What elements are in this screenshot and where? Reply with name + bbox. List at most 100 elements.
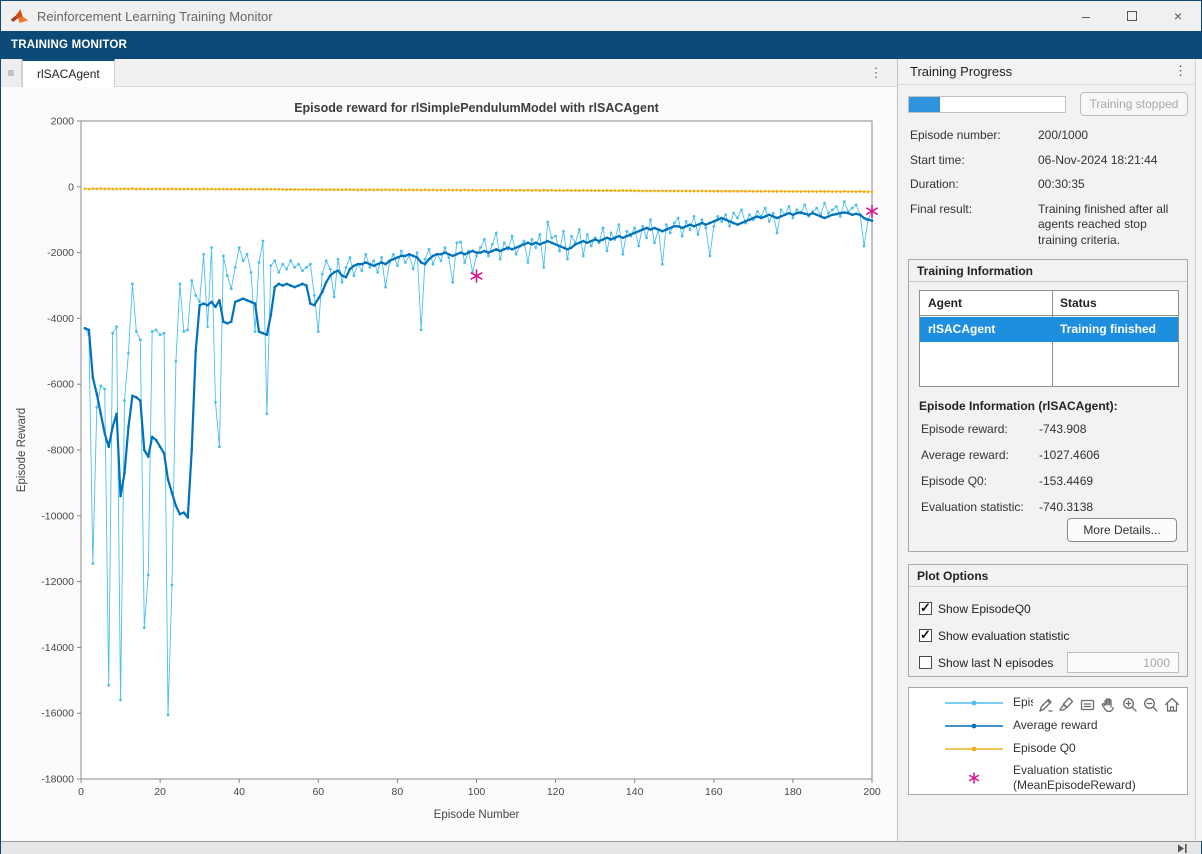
agent-status-table: Agent Status rlSACAgent Training finishe… xyxy=(919,290,1179,387)
checkbox-label: Show EpisodeQ0 xyxy=(938,602,1031,616)
table-cell-status: Training finished xyxy=(1060,322,1156,336)
last-n-episodes-input[interactable] xyxy=(1067,652,1179,673)
svg-text:120: 120 xyxy=(547,786,565,798)
table-cell-agent: rlSACAgent xyxy=(928,322,995,336)
checkbox[interactable] xyxy=(919,629,932,642)
progress-info-list: Episode number:200/1000Start time:06-Nov… xyxy=(910,128,1188,258)
x-axis-label: Episode Number xyxy=(434,809,520,821)
tab-list-menu-icon[interactable]: ≡ xyxy=(1,59,22,87)
scroll-right-icon[interactable] xyxy=(1177,843,1188,854)
plot-panel: ≡ rlSACAgent ⋮ 0 20 40 60 80 100 120 140 160 180 2… xyxy=(1,59,898,841)
info-value: 00:30:35 xyxy=(1038,177,1085,193)
episode-info-row: Average reward:-1027.4606 xyxy=(921,448,1181,462)
info-value: 200/1000 xyxy=(1038,128,1088,144)
info-value: Training finished after all agents reach… xyxy=(1038,202,1188,249)
svg-text:2000: 2000 xyxy=(51,116,75,128)
svg-text:100: 100 xyxy=(468,786,486,798)
more-details-button[interactable]: More Details... xyxy=(1067,518,1177,542)
pan-icon[interactable] xyxy=(1098,694,1119,714)
legend-item[interactable]: Average reward xyxy=(943,717,1187,734)
legend-swatch-icon xyxy=(943,742,1005,756)
group-title: Plot Options xyxy=(909,565,1187,587)
svg-text:0: 0 xyxy=(78,786,84,798)
svg-text:80: 80 xyxy=(392,786,404,798)
info-value: 06-Nov-2024 18:21:44 xyxy=(1038,153,1157,169)
svg-text:160: 160 xyxy=(705,786,723,798)
info-value: -743.908 xyxy=(1039,422,1086,436)
window-title: Reinforcement Learning Training Monitor xyxy=(37,9,273,24)
minimize-button[interactable]: – xyxy=(1063,1,1109,31)
legend-swatch-icon xyxy=(943,719,1005,733)
ribbon-bar: TRAINING MONITOR xyxy=(1,31,1201,59)
svg-text:180: 180 xyxy=(784,786,802,798)
panel-menu-icon[interactable]: ⋮ xyxy=(1174,63,1187,79)
legend-label: Episode Q0 xyxy=(1013,741,1076,756)
plot-option-row: Show last N episodes xyxy=(919,649,1179,676)
tab-rlsacagent[interactable]: rlSACAgent xyxy=(22,59,115,87)
info-value: -1027.4606 xyxy=(1039,448,1100,462)
y-axis-label: Episode Reward xyxy=(16,408,28,492)
training-progress-panel: Training Progress ⋮ Training stopped Epi… xyxy=(898,59,1195,841)
svg-text:20: 20 xyxy=(154,786,166,798)
svg-text:60: 60 xyxy=(312,786,324,798)
plot-options-list: Show EpisodeQ0Show evaluation statisticS… xyxy=(919,595,1179,676)
svg-text:-16000: -16000 xyxy=(41,708,74,720)
training-stopped-button[interactable]: Training stopped xyxy=(1080,92,1188,116)
figure-area: 02040608010012014016018020020000-2000-40… xyxy=(1,88,897,841)
legend-swatch-icon xyxy=(943,771,1005,785)
table-header-row: Agent Status xyxy=(920,291,1178,316)
info-label: Final result: xyxy=(910,202,1038,249)
legend-label: Evaluation statistic (MeanEpisodeReward) xyxy=(1013,763,1136,793)
svg-text:0: 0 xyxy=(68,181,74,193)
checkbox[interactable] xyxy=(919,656,932,669)
svg-text:-8000: -8000 xyxy=(47,445,74,457)
right-scroll-gutter[interactable] xyxy=(1195,59,1202,841)
chart-legend: Episode rewardAverage rewardEpisode Q0Ev… xyxy=(908,687,1188,795)
brush-icon[interactable] xyxy=(1056,694,1077,714)
checkbox[interactable] xyxy=(919,602,932,615)
svg-text:140: 140 xyxy=(626,786,644,798)
training-progress-bar xyxy=(908,96,1066,113)
bottom-scrollbar[interactable] xyxy=(1,841,1201,854)
progress-info-row: Final result:Training finished after all… xyxy=(910,202,1188,249)
legend-item[interactable]: Episode Q0 xyxy=(943,740,1187,757)
table-row[interactable]: rlSACAgent Training finished xyxy=(920,317,1178,342)
group-title: Training Information xyxy=(909,260,1187,282)
ribbon-tab-training-monitor[interactable]: TRAINING MONITOR xyxy=(11,39,127,51)
info-label: Episode Q0: xyxy=(921,474,1039,488)
main-area: ≡ rlSACAgent ⋮ 0 20 40 60 80 100 120 140 160 180 2… xyxy=(1,59,1201,841)
matlab-logo-icon xyxy=(10,8,29,25)
svg-text:-10000: -10000 xyxy=(41,510,74,522)
plot-options-group: Plot Options Show EpisodeQ0Show evaluati… xyxy=(908,564,1188,677)
checkbox-label: Show last N episodes xyxy=(938,656,1053,670)
info-value: -740.3138 xyxy=(1039,500,1093,514)
export-icon[interactable] xyxy=(1035,694,1056,714)
episode-information-title: Episode Information (rlSACAgent): xyxy=(919,399,1118,413)
maximize-button[interactable] xyxy=(1109,1,1155,31)
plot-option-row: Show EpisodeQ0 xyxy=(919,595,1179,622)
tab-strip: ≡ rlSACAgent ⋮ xyxy=(1,59,897,87)
panel-header: Training Progress ⋮ xyxy=(898,59,1195,85)
svg-text:40: 40 xyxy=(233,786,245,798)
info-label: Episode number: xyxy=(910,128,1038,144)
progress-info-row: Episode number:200/1000 xyxy=(910,128,1188,144)
svg-text:-18000: -18000 xyxy=(41,774,74,786)
zoom-in-icon[interactable] xyxy=(1119,694,1140,714)
datatips-icon[interactable] xyxy=(1077,694,1098,714)
progress-info-row: Duration:00:30:35 xyxy=(910,177,1188,193)
episode-info-row: Episode Q0:-153.4469 xyxy=(921,474,1181,488)
svg-text:200: 200 xyxy=(863,786,881,798)
tab-overflow-menu-icon[interactable]: ⋮ xyxy=(867,59,885,87)
episode-info-row: Evaluation statistic:-740.3138 xyxy=(921,500,1181,514)
svg-text:-12000: -12000 xyxy=(41,576,74,588)
info-label: Duration: xyxy=(910,177,1038,193)
zoom-out-icon[interactable] xyxy=(1140,694,1161,714)
table-header-status: Status xyxy=(1060,296,1097,310)
close-button[interactable]: × xyxy=(1155,1,1201,31)
panel-title: Training Progress xyxy=(910,64,1012,79)
info-label: Start time: xyxy=(910,153,1038,169)
home-icon[interactable] xyxy=(1161,694,1182,714)
table-header-agent: Agent xyxy=(928,296,962,310)
app-window: Reinforcement Learning Training Monitor … xyxy=(0,0,1202,854)
legend-item[interactable]: Evaluation statistic (MeanEpisodeReward) xyxy=(943,763,1187,793)
